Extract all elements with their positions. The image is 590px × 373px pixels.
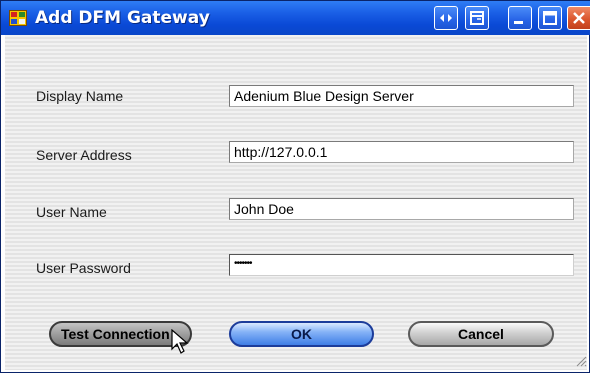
- expand-button[interactable]: [434, 6, 458, 30]
- user-name-field[interactable]: John Doe: [229, 198, 574, 220]
- expand-icon: [440, 14, 452, 22]
- close-button[interactable]: [567, 6, 590, 30]
- display-name-label: Display Name: [36, 88, 124, 104]
- restore-icon: [470, 11, 484, 25]
- maximize-button[interactable]: [538, 6, 562, 30]
- user-password-label: User Password: [36, 260, 131, 276]
- server-address-field[interactable]: http://127.0.0.1: [229, 141, 574, 163]
- mouse-pointer-icon: [171, 329, 189, 354]
- minimize-icon: [514, 21, 523, 24]
- maximize-icon: [543, 11, 557, 25]
- ok-button[interactable]: OK: [229, 321, 374, 347]
- user-name-label: User Name: [36, 204, 107, 220]
- window-title: Add DFM Gateway: [35, 8, 210, 28]
- title-bar[interactable]: Add DFM Gateway: [1, 1, 590, 35]
- close-icon: [573, 12, 585, 24]
- minimize-button[interactable]: [508, 6, 532, 30]
- user-password-field[interactable]: •••••••: [229, 254, 574, 276]
- resize-grip-icon[interactable]: [573, 353, 587, 367]
- server-address-label: Server Address: [36, 147, 132, 163]
- restore-button[interactable]: [465, 6, 489, 30]
- display-name-field[interactable]: Adenium Blue Design Server: [229, 85, 574, 107]
- app-window-icon: [9, 10, 27, 26]
- add-dfm-gateway-dialog: Add DFM Gateway Display Name Adenium Blu…: [0, 0, 590, 373]
- cancel-button[interactable]: Cancel: [408, 321, 554, 347]
